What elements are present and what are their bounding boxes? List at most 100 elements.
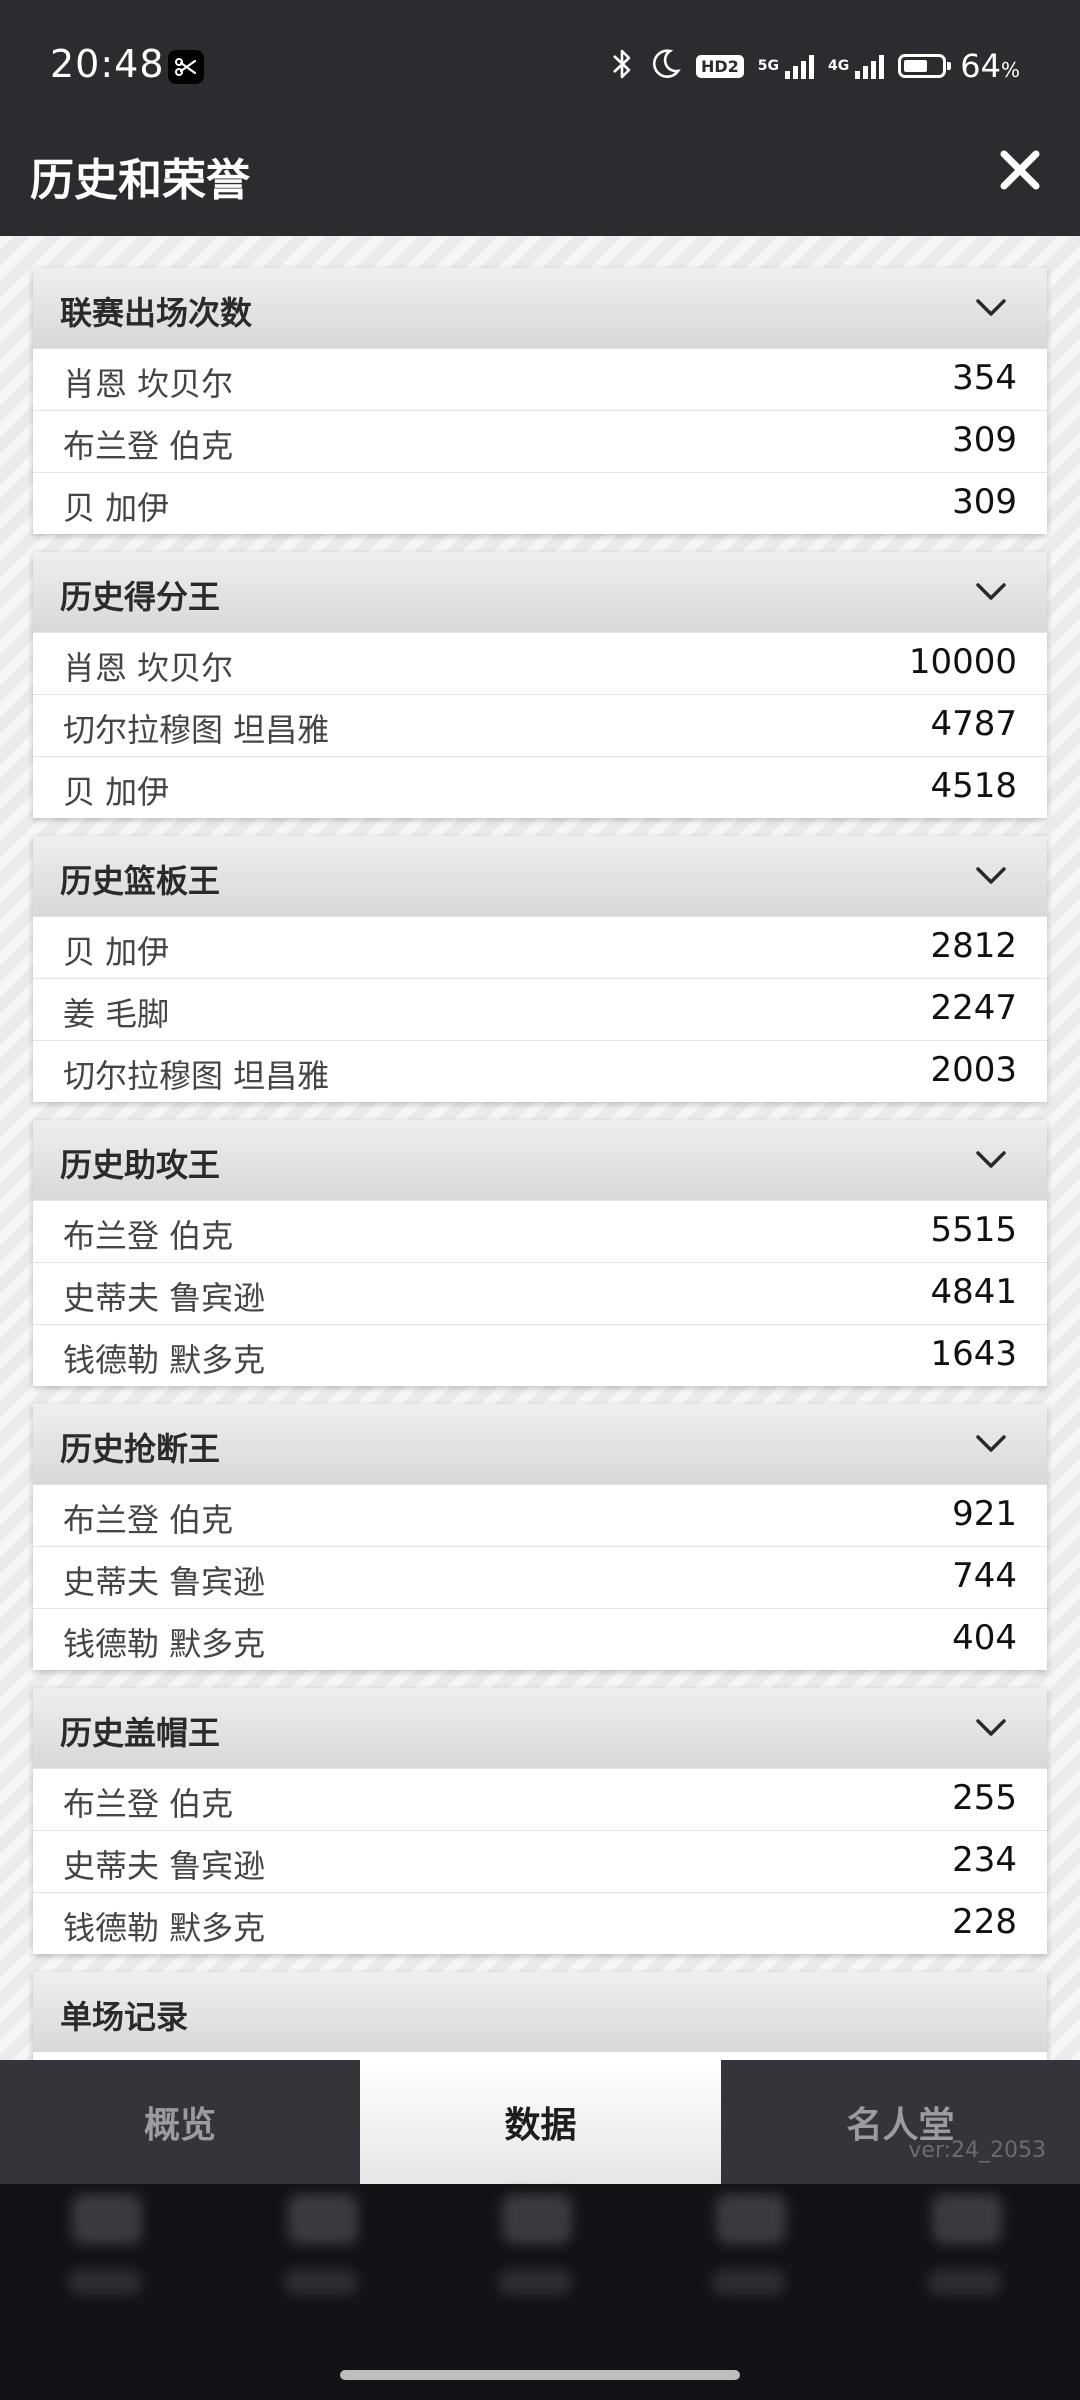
record-value: 921	[952, 1494, 1017, 1534]
battery-icon	[898, 54, 952, 78]
record-value: 309	[952, 420, 1017, 460]
record-card: 联赛出场次数 肖恩 坎贝尔 354 布兰登 伯克 309 贝 加伊 309	[33, 268, 1047, 534]
title-bar: 历史和荣誉	[0, 110, 1080, 236]
record-card-header[interactable]: 历史抢断王	[33, 1404, 1047, 1484]
close-icon	[1000, 150, 1040, 190]
record-card-header[interactable]: 历史得分王	[33, 552, 1047, 632]
record-row[interactable]: 布兰登 伯克 255	[33, 1768, 1047, 1830]
record-card-title: 历史助攻王	[60, 1146, 221, 1184]
record-row[interactable]: 贝 加伊 2812	[33, 916, 1047, 978]
record-card-header[interactable]: 历史盖帽王	[33, 1688, 1047, 1768]
record-card-title: 联赛出场次数	[60, 294, 253, 332]
record-value: 234	[952, 1840, 1017, 1880]
record-card: 历史得分王肖恩 坎贝尔 10000 切尔拉穆图 坦昌雅 4787 贝 加伊 4518	[33, 552, 1047, 818]
status-bar: 20:48 HD2 5G 4G 64%	[0, 0, 1080, 110]
player-name: 切尔拉穆图 坦昌雅	[63, 1057, 330, 1095]
record-row[interactable]: 贝 加伊 309	[33, 472, 1047, 534]
dock-label	[928, 2269, 1002, 2295]
record-card-title: 历史抢断王	[60, 1430, 221, 1468]
battery-percent-value: 64	[960, 47, 1001, 85]
record-row[interactable]: 钱德勒 默多克 1643	[33, 1324, 1047, 1386]
player-name: 布兰登 伯克	[63, 1785, 234, 1823]
dock-label	[68, 2269, 142, 2295]
player-name: 贝 加伊	[63, 773, 170, 811]
network-5g-label: 5G	[757, 58, 780, 74]
signal-strength-icon-2	[855, 53, 885, 79]
record-row[interactable]: 肖恩 坎贝尔 354	[33, 348, 1047, 410]
player-name: 钱德勒 默多克	[63, 1909, 266, 1947]
player-name: 肖恩 坎贝尔	[63, 365, 234, 403]
record-row[interactable]: 钱德勒 默多克 228	[33, 1892, 1047, 1954]
record-value: 255	[952, 1778, 1017, 1818]
record-value: 10000	[908, 642, 1017, 682]
dock-label	[498, 2269, 572, 2295]
record-card-header[interactable]: 历史篮板王	[33, 836, 1047, 916]
record-value: 2812	[930, 926, 1017, 966]
player-name: 钱德勒 默多克	[63, 1625, 266, 1663]
records-list[interactable]: 联赛出场次数 肖恩 坎贝尔 354 布兰登 伯克 309 贝 加伊 309 历史得分王 肖恩 坎…	[0, 236, 1080, 2060]
chevron-down-icon[interactable]	[975, 1718, 1007, 1738]
dock-icon	[716, 2194, 786, 2244]
dock-icon	[288, 2194, 358, 2244]
tab-label: 数据	[504, 2105, 577, 2146]
record-row[interactable]: 切尔拉穆图 坦昌雅 2003	[33, 1040, 1047, 1102]
record-value: 744	[952, 1556, 1017, 1596]
record-row[interactable]: 布兰登 伯克 921	[33, 1484, 1047, 1546]
tab-overview[interactable]: 概览	[0, 2060, 360, 2184]
player-name: 布兰登 伯克	[63, 1501, 234, 1539]
record-row[interactable]: 肖恩 坎贝尔 10000	[33, 632, 1047, 694]
record-value: 404	[952, 1618, 1017, 1658]
battery-percent: 64%	[960, 47, 1020, 85]
record-card-header[interactable]: 历史助攻王	[33, 1120, 1047, 1200]
chevron-down-icon[interactable]	[975, 866, 1007, 886]
record-row[interactable]: 钱德勒 默多克 404	[33, 1608, 1047, 1670]
record-row[interactable]: 布兰登 伯克 5515	[33, 1200, 1047, 1262]
player-name: 史蒂夫 鲁宾逊	[63, 1847, 266, 1885]
record-row[interactable]: 史蒂夫 鲁宾逊 234	[33, 1830, 1047, 1892]
record-card: 历史抢断王布兰登 伯克 921 史蒂夫 鲁宾逊 744 钱德勒 默多克 404	[33, 1404, 1047, 1670]
chevron-down-icon[interactable]	[975, 1150, 1007, 1170]
record-card-title: 历史得分王	[60, 578, 221, 616]
record-value: 354	[952, 358, 1017, 398]
chevron-down-icon[interactable]	[975, 1434, 1007, 1454]
dock-icon	[932, 2194, 1002, 2244]
close-button[interactable]	[990, 140, 1050, 200]
status-icons: HD2 5G 4G 64%	[610, 44, 1020, 88]
record-card-title: 历史篮板王	[60, 862, 221, 900]
player-name: 史蒂夫 鲁宾逊	[63, 1279, 266, 1317]
battery-percent-unit: %	[1000, 58, 1020, 82]
home-indicator[interactable]	[340, 2370, 740, 2380]
chevron-down-icon[interactable]	[975, 582, 1007, 602]
player-name: 布兰登 伯克	[63, 427, 234, 465]
record-value: 4841	[930, 1272, 1017, 1312]
player-name: 贝 加伊	[63, 489, 170, 527]
page-title: 历史和荣誉	[30, 155, 250, 206]
dock-icon	[502, 2194, 572, 2244]
record-card: 单场记录	[33, 1972, 1047, 2060]
blurred-dock	[0, 2184, 1080, 2400]
record-card-title: 历史盖帽王	[60, 1714, 221, 1752]
record-row[interactable]: 切尔拉穆图 坦昌雅 4787	[33, 694, 1047, 756]
player-name: 姜 毛脚	[63, 995, 170, 1033]
bluetooth-icon	[610, 46, 634, 86]
version-label: ver:24_2053	[908, 2138, 1046, 2163]
record-value: 309	[952, 482, 1017, 522]
record-value: 1643	[930, 1334, 1017, 1374]
record-row[interactable]: 布兰登 伯克 309	[33, 410, 1047, 472]
dock-icon	[72, 2194, 142, 2244]
record-card-header[interactable]: 联赛出场次数	[33, 268, 1047, 348]
battery-level	[904, 60, 928, 72]
tab-hall-of-fame[interactable]: 名人堂	[721, 2060, 1080, 2184]
record-value: 2003	[930, 1050, 1017, 1090]
record-row[interactable]: 姜 毛脚 2247	[33, 978, 1047, 1040]
record-row[interactable]: 史蒂夫 鲁宾逊 4841	[33, 1262, 1047, 1324]
record-row[interactable]: 史蒂夫 鲁宾逊 744	[33, 1546, 1047, 1608]
record-value: 5515	[930, 1210, 1017, 1250]
record-card-header[interactable]: 单场记录	[33, 1972, 1047, 2052]
record-card: 历史盖帽王布兰登 伯克 255 史蒂夫 鲁宾逊 234 钱德勒 默多克 228	[33, 1688, 1047, 1954]
chevron-down-icon[interactable]	[975, 298, 1007, 318]
record-card: 历史篮板王贝 加伊 2812 姜 毛脚 2247 切尔拉穆图 坦昌雅 2003	[33, 836, 1047, 1102]
record-row[interactable]: 贝 加伊 4518	[33, 756, 1047, 818]
tab-data[interactable]: 数据	[360, 2060, 721, 2184]
record-value: 4787	[930, 704, 1017, 744]
